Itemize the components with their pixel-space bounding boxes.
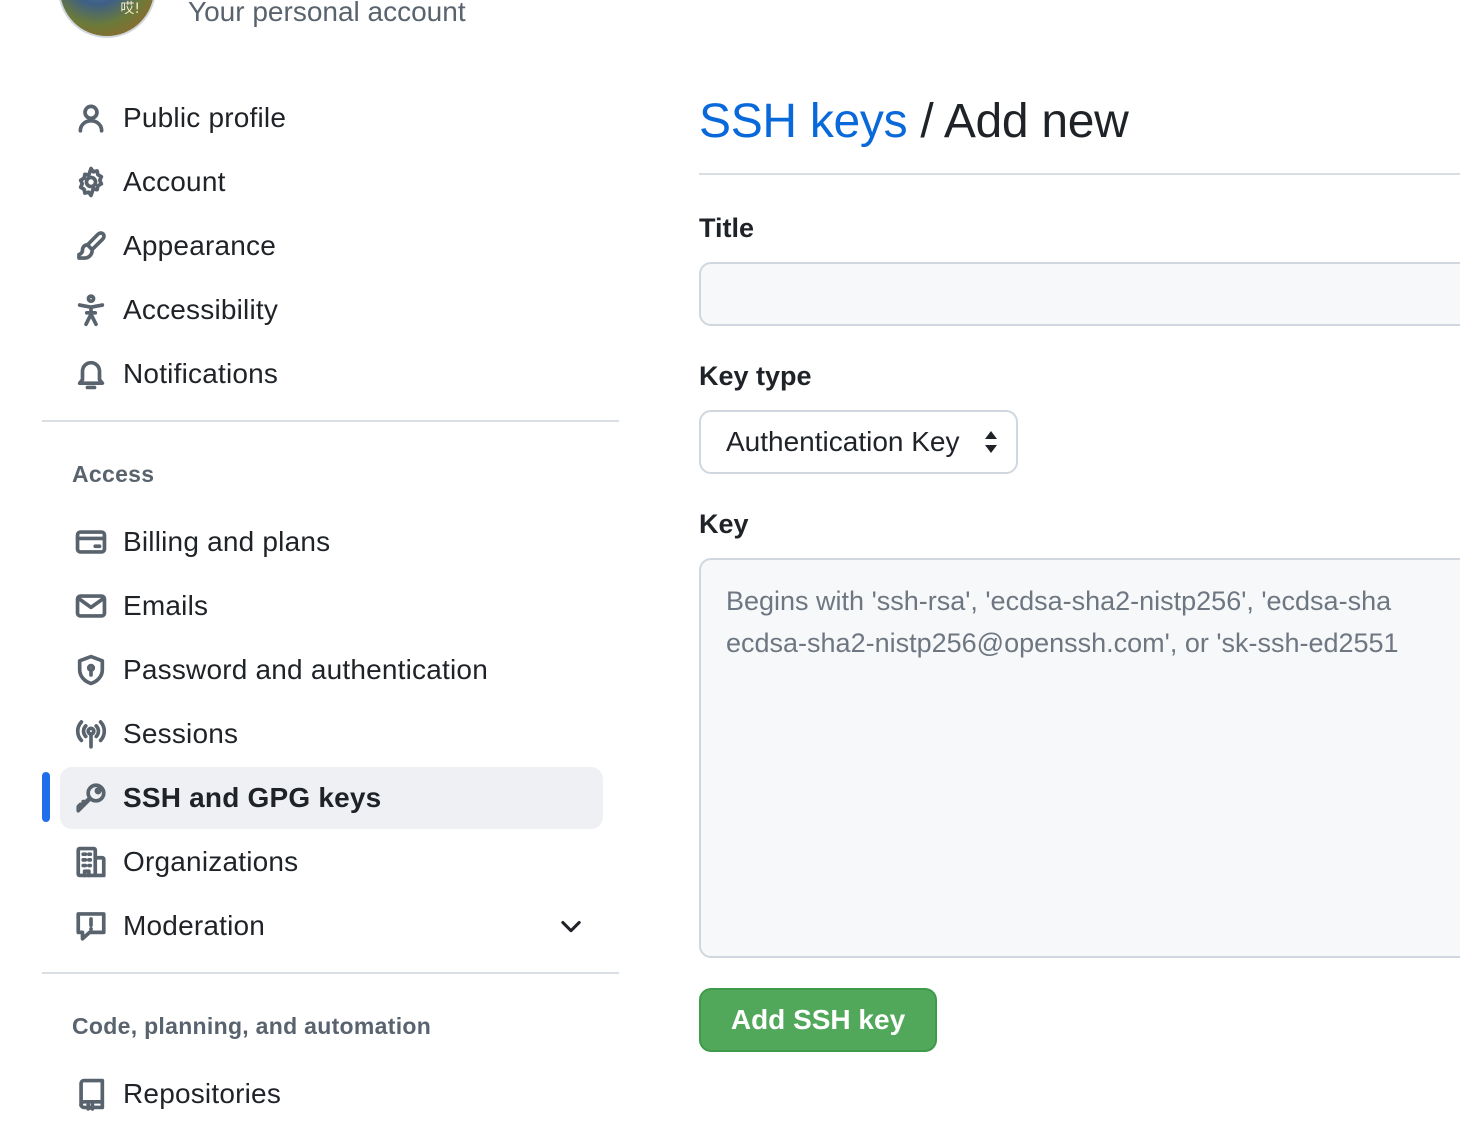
avatar[interactable]: 哎! [58,0,156,38]
key-field-label: Key [699,509,749,539]
page-title: SSH keys / Add new [699,94,1129,149]
selected-indicator [42,772,50,822]
sidebar-divider [42,972,619,974]
sidebar-item-label: Billing and plans [123,526,331,557]
report-icon [74,909,108,943]
sidebar-item-label: Appearance [123,230,277,261]
sidebar-item-label: Emails [123,590,209,621]
sidebar-item-label: Password and authentication [123,654,488,685]
sidebar-section-heading-access: Access [72,461,155,487]
breadcrumb-separator: / [920,95,934,148]
sidebar-item-appearance[interactable]: Appearance [60,215,603,277]
key-icon [74,781,108,815]
gear-icon [74,165,108,199]
title-field-label: Title [699,213,755,243]
sidebar-item-label: Accessibility [123,294,279,325]
sidebar-item-label: Account [123,166,226,197]
key-textarea[interactable]: Begins with 'ssh-rsa', 'ecdsa-sha2-nistp… [699,558,1460,958]
sidebar-item-organizations[interactable]: Organizations [60,831,603,893]
title-divider [699,173,1460,175]
sidebar-item-sessions[interactable]: Sessions [60,703,603,765]
sidebar-item-public-profile[interactable]: Public profile [60,87,603,149]
sidebar-item-label: Repositories [123,1078,282,1109]
sidebar-item-label: SSH and GPG keys [123,782,382,813]
sidebar-item-billing[interactable]: Billing and plans [60,511,603,573]
sidebar-item-account[interactable]: Account [60,151,603,213]
key-type-select[interactable]: Authentication Key [699,410,1018,474]
sidebar-item-label: Sessions [123,718,239,749]
paintbrush-icon [74,229,108,263]
sidebar-item-ssh-gpg-keys[interactable]: SSH and GPG keys [60,767,603,829]
sidebar-item-password-authentication[interactable]: Password and authentication [60,639,603,701]
sidebar-item-accessibility[interactable]: Accessibility [60,279,603,341]
sidebar-item-moderation[interactable]: Moderation [60,895,603,957]
key-type-selected-value: Authentication Key [726,426,960,457]
accessibility-icon [74,293,108,327]
shield-lock-icon [74,653,108,687]
key-textarea-placeholder: Begins with 'ssh-rsa', 'ecdsa-sha2-nistp… [726,586,1399,658]
bell-icon [74,357,108,391]
chevron-down-icon[interactable] [557,912,585,940]
sidebar-item-label: Organizations [123,846,299,877]
person-icon [74,101,108,135]
sidebar-item-repositories[interactable]: Repositories [60,1063,603,1125]
sidebar-divider [42,420,619,422]
select-arrows-icon [982,429,1000,455]
organization-icon [74,845,108,879]
mail-icon [74,589,108,623]
page-title-current: Add new [943,95,1129,148]
sidebar-item-emails[interactable]: Emails [60,575,603,637]
title-input[interactable] [699,262,1460,326]
add-ssh-key-button[interactable]: Add SSH key [699,988,937,1052]
avatar-glyph: 哎! [120,1,140,17]
repo-icon [74,1077,108,1111]
sidebar-item-label: Moderation [123,910,266,941]
sidebar-item-notifications[interactable]: Notifications [60,343,603,405]
sidebar-item-label: Notifications [123,358,279,389]
broadcast-icon [74,717,108,751]
credit-card-icon [74,525,108,559]
sidebar-section-heading-code: Code, planning, and automation [72,1013,432,1039]
account-subtitle: Your personal account [188,0,466,27]
key-type-label: Key type [699,361,812,391]
sidebar-item-label: Public profile [123,102,287,133]
breadcrumb-ssh-keys-link[interactable]: SSH keys [699,95,908,148]
